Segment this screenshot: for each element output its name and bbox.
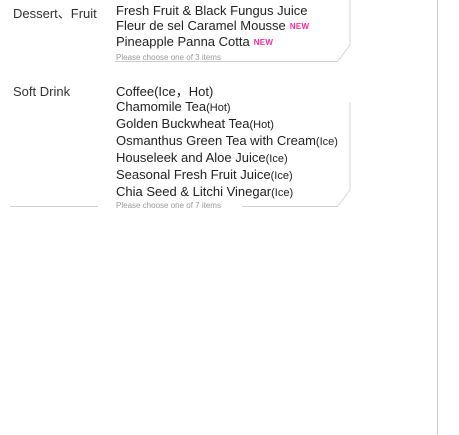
item-note: (Hot) (249, 119, 274, 131)
menu-item: Coffee(Ice，Hot) (116, 84, 338, 99)
item-name: Chamomile Tea (116, 99, 207, 114)
item-name: Chia Seed & Litchi Vinegar (116, 184, 272, 199)
item-list: Coffee(Ice，Hot) Chamomile Tea(Hot) Golde… (116, 84, 338, 201)
item-note: (Hot) (206, 102, 231, 114)
menu-item: Fleur de sel Caramel Mousse NEW (116, 18, 309, 34)
right-divider (437, 0, 438, 435)
item-note: (Ice) (271, 187, 294, 199)
item-name: Houseleek and Aloe Juice (116, 150, 266, 165)
divider-line (242, 206, 338, 207)
item-list: Fresh Fruit & Black Fungus Juice Fleur d… (116, 3, 309, 50)
new-badge: NEW (253, 38, 274, 47)
item-name: Seasonal Fresh Fruit Juice (116, 167, 271, 182)
menu-item: Osmanthus Green Tea with Cream(Ice) (116, 133, 338, 150)
choose-hint: Please choose one of 3 items (116, 53, 221, 62)
new-badge: NEW (289, 22, 310, 31)
menu-item: Fresh Fruit & Black Fungus Juice (116, 3, 309, 18)
item-name: Fleur de sel Caramel Mousse (116, 18, 286, 33)
bracket-decoration (337, 0, 351, 62)
choose-hint: Please choose one of 7 items (116, 201, 221, 210)
item-name: Osmanthus Green Tea with Cream (116, 133, 316, 148)
menu-item: Pineapple Panna Cotta NEW (116, 34, 309, 50)
menu-item: Seasonal Fresh Fruit Juice(Ice) (116, 167, 338, 184)
divider-line (10, 206, 98, 207)
item-name: Pineapple Panna Cotta (116, 34, 250, 49)
menu-item: Chamomile Tea(Hot) (116, 99, 338, 116)
item-note: (Ice) (265, 153, 288, 165)
item-name: Fresh Fruit & Black Fungus Juice (116, 3, 308, 18)
category-label: Soft Drink (13, 84, 71, 99)
bracket-decoration (337, 102, 351, 207)
item-name: Coffee(Ice，Hot) (116, 84, 214, 99)
menu-item: Golden Buckwheat Tea(Hot) (116, 116, 338, 133)
menu-item: Houseleek and Aloe Juice(Ice) (116, 150, 338, 167)
item-name: Golden Buckwheat Tea (116, 116, 250, 131)
category-label: Dessert、Fruit (13, 6, 97, 21)
item-note: (Ice) (270, 170, 293, 182)
menu-item: Chia Seed & Litchi Vinegar(Ice) (116, 184, 338, 201)
